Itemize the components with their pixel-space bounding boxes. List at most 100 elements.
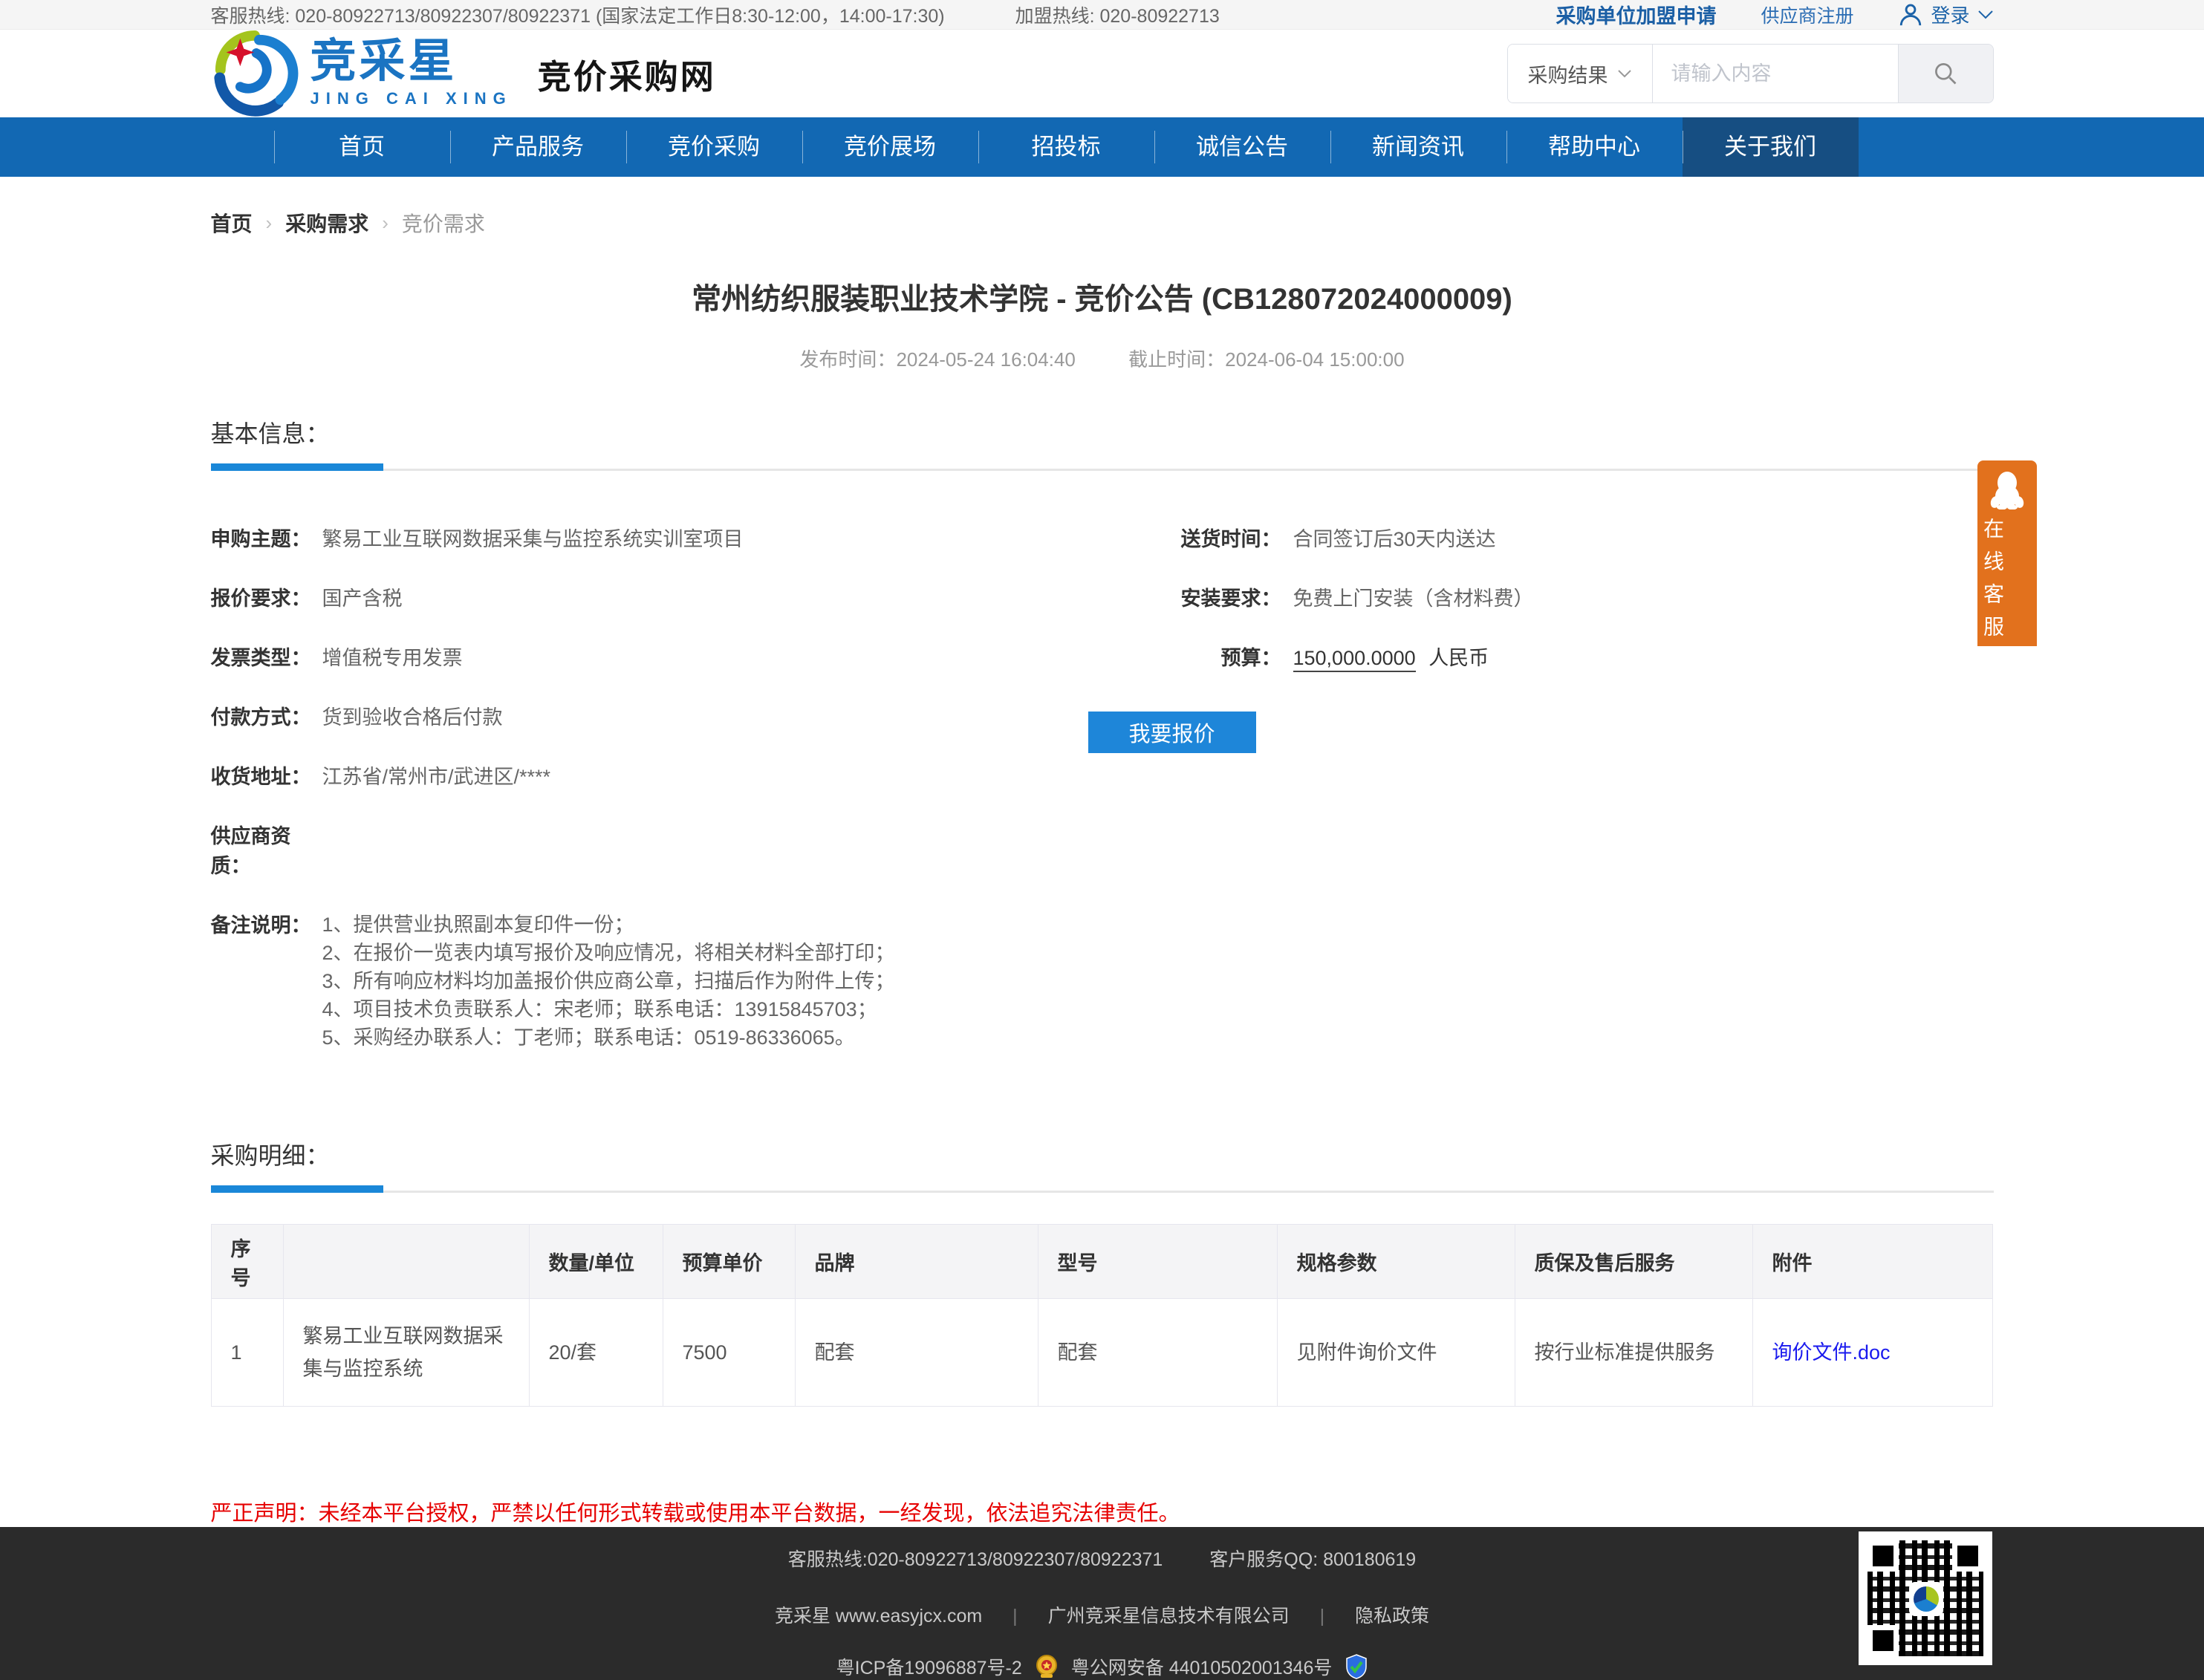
footer-company-link[interactable]: 广州竞采星信息技术有限公司: [1048, 1606, 1290, 1627]
col-header-brand: 品牌: [795, 1225, 1038, 1299]
logo-text-en: JING CAI XING: [311, 89, 513, 108]
nav-item-products[interactable]: 产品服务: [450, 117, 626, 177]
attachment-link[interactable]: 询价文件.doc: [1772, 1341, 1891, 1364]
purchaser-apply-link[interactable]: 采购单位加盟申请: [1556, 0, 1716, 29]
supplier-register-link[interactable]: 供应商注册: [1761, 1, 1853, 28]
search-bar: 采购结果: [1507, 44, 1994, 103]
deadline-label: 截止时间：: [1128, 348, 1225, 371]
remark-line: 4、项目技术负责联系人：宋老师；联系电话：13915845703；: [322, 995, 895, 1023]
breadcrumb-home[interactable]: 首页: [211, 208, 253, 238]
breadcrumb-procurement-demand[interactable]: 采购需求: [285, 208, 368, 238]
search-category-select[interactable]: 采购结果: [1508, 45, 1653, 102]
footer-qr-code: [1859, 1531, 1992, 1665]
logo-swirl-icon: [211, 30, 299, 117]
cell-unit-price: 7500: [663, 1299, 795, 1407]
user-icon: [1898, 2, 1923, 27]
cell-brand: 配套: [795, 1299, 1038, 1407]
nav-item-about-us[interactable]: 关于我们: [1683, 117, 1859, 177]
footer-hotline: 客服热线:020-80922713/80922307/80922371: [788, 1549, 1163, 1570]
footer-privacy-link[interactable]: 隐私政策: [1355, 1606, 1429, 1627]
chevron-down-icon: [1977, 10, 1994, 20]
table-header-row: 序号 数量/单位 预算单价 品牌 型号 规格参数 质保及售后服务 附件: [211, 1225, 1992, 1299]
remark-line: 2、在报价一览表内填写报价及响应情况，将相关材料全部打印；: [322, 939, 895, 967]
cell-index: 1: [211, 1299, 283, 1407]
nav-item-integrity-notice[interactable]: 诚信公告: [1154, 117, 1330, 177]
logo-text-cn: 竞采星: [311, 39, 513, 85]
budget-value: 150,000.0000: [1293, 647, 1416, 672]
announcement-meta: 发布时间：2024-05-24 16:04:40 截止时间：2024-06-04…: [211, 345, 1994, 372]
cell-spec: 见附件询价文件: [1277, 1299, 1515, 1407]
section-underline: [211, 466, 1994, 471]
footer-site-link[interactable]: 竞采星 www.easyjcx.com: [775, 1606, 982, 1627]
quote-now-button[interactable]: 我要报价: [1088, 712, 1256, 753]
purchase-detail-table: 序号 数量/单位 预算单价 品牌 型号 规格参数 质保及售后服务 附件 1 繁: [211, 1224, 1993, 1407]
qr-center-logo: [1909, 1582, 1943, 1616]
col-header-attachment: 附件: [1752, 1225, 1992, 1299]
footer-qq: 客户服务QQ: 800180619: [1209, 1549, 1416, 1570]
legal-statement: 严正声明：未经本平台授权，严禁以任何形式转载或使用本平台数据，一经发现，依法追究…: [211, 1496, 1994, 1527]
search-icon: [1932, 60, 1959, 87]
main-nav: 首页 产品服务 竞价采购 竞价展场 招投标 诚信公告 新闻资讯 帮助中心 关于我…: [0, 117, 2204, 177]
nav-item-bidding-purchase[interactable]: 竞价采购: [626, 117, 802, 177]
announcement-title: 常州纺织服装职业技术学院 - 竞价公告 (CB128072024000009): [211, 275, 1994, 318]
footer-icp-link[interactable]: 粤ICP备19096887号-2: [836, 1653, 1022, 1680]
search-input[interactable]: [1653, 45, 1898, 102]
cell-model: 配套: [1038, 1299, 1277, 1407]
login-button[interactable]: 登录: [1898, 1, 1993, 28]
nav-item-help-center[interactable]: 帮助中心: [1506, 117, 1683, 177]
col-header-model: 型号: [1038, 1225, 1277, 1299]
table-row: 1 繁易工业互联网数据采集与监控系统 20/套 7500 配套 配套 见附件询价…: [211, 1299, 1992, 1407]
publish-time-label: 发布时间：: [799, 348, 896, 371]
basic-info-fields: 申购主题： 繁易工业互联网数据采集与监控系统实训室项目 报价要求： 国产含税 发…: [211, 524, 1994, 1081]
breadcrumb-separator: ›: [266, 212, 273, 235]
field-subject: 申购主题： 繁易工业互联网数据采集与监控系统实训室项目: [211, 524, 1088, 554]
col-header-name: [283, 1225, 529, 1299]
nav-item-bidding-hall[interactable]: 竞价展场: [802, 117, 978, 177]
chevron-down-icon: [1617, 69, 1632, 78]
qr-pattern: [1867, 1540, 1983, 1656]
remark-line: 1、提供营业执照副本复印件一份；: [322, 911, 895, 939]
breadcrumb-current: 竞价需求: [402, 208, 485, 238]
field-quote-requirement: 报价要求： 国产含税: [211, 584, 1088, 613]
col-header-index: 序号: [211, 1225, 283, 1299]
field-delivery-time: 送货时间： 合同签订后30天内送达: [1088, 524, 1994, 554]
site-logo[interactable]: 竞采星 JING CAI XING: [211, 30, 513, 117]
field-payment-method: 付款方式： 货到验收合格后付款: [211, 703, 1088, 732]
field-supplier-qualification: 供应商资质：: [211, 821, 1088, 881]
col-header-spec: 规格参数: [1277, 1225, 1515, 1299]
deadline-value: 2024-06-04 15:00:00: [1225, 348, 1404, 371]
cell-quantity: 20/套: [529, 1299, 663, 1407]
online-service-badge[interactable]: 在线客服: [1977, 460, 2037, 646]
site-header: 竞采星 JING CAI XING 竞价采购网 采购结果: [0, 30, 2204, 117]
nav-item-home[interactable]: 首页: [274, 117, 450, 177]
footer-gongan-link[interactable]: 粤公网安备 44010502001346号: [1071, 1653, 1333, 1680]
field-invoice-type: 发票类型： 增值税专用发票: [211, 643, 1088, 673]
remark-line: 5、采购经办联系人：丁老师；联系电话：0519-86336065。: [322, 1023, 895, 1052]
publish-time-value: 2024-05-24 16:04:40: [896, 348, 1075, 371]
main-content: 首页 › 采购需求 › 竞价需求 常州纺织服装职业技术学院 - 竞价公告 (CB…: [0, 177, 2204, 1527]
join-hotline: 加盟热线: 020-80922713: [1015, 1, 1220, 28]
online-service-label: 在线客服: [1977, 518, 2007, 648]
col-header-quantity: 数量/单位: [529, 1225, 663, 1299]
cell-name: 繁易工业互联网数据采集与监控系统: [283, 1299, 529, 1407]
nav-item-news[interactable]: 新闻资讯: [1330, 117, 1506, 177]
police-badge-icon: [1036, 1654, 1058, 1679]
breadcrumb: 首页 › 采购需求 › 竞价需求: [211, 208, 1994, 238]
field-remarks: 备注说明： 1、提供营业执照副本复印件一份； 2、在报价一览表内填写报价及响应情…: [211, 911, 1088, 1052]
col-header-unit-price: 预算单价: [663, 1225, 795, 1299]
footer: 客服热线:020-80922713/80922307/80922371 客户服务…: [0, 1527, 2204, 1680]
section-underline: [211, 1188, 1994, 1193]
qq-penguin-icon: [1989, 469, 2026, 509]
service-hotline: 客服热线: 020-80922713/80922307/80922371 (国家…: [211, 1, 945, 28]
field-delivery-address: 收货地址： 江苏省/常州市/武进区/****: [211, 762, 1088, 792]
breadcrumb-separator: ›: [382, 212, 389, 235]
field-installation-requirement: 安装要求： 免费上门安装（含材料费）: [1088, 584, 1994, 613]
basic-info-section-title: 基本信息：: [211, 415, 1994, 449]
budget-currency: 人民币: [1428, 647, 1489, 669]
field-budget: 预算： 150,000.0000 人民币: [1088, 643, 1994, 673]
col-header-warranty: 质保及售后服务: [1515, 1225, 1752, 1299]
cell-warranty: 按行业标准提供服务: [1515, 1299, 1752, 1407]
nav-item-tenders[interactable]: 招投标: [978, 117, 1154, 177]
search-button[interactable]: [1898, 45, 1993, 102]
topbar: 客服热线: 020-80922713/80922307/80922371 (国家…: [0, 0, 2204, 30]
